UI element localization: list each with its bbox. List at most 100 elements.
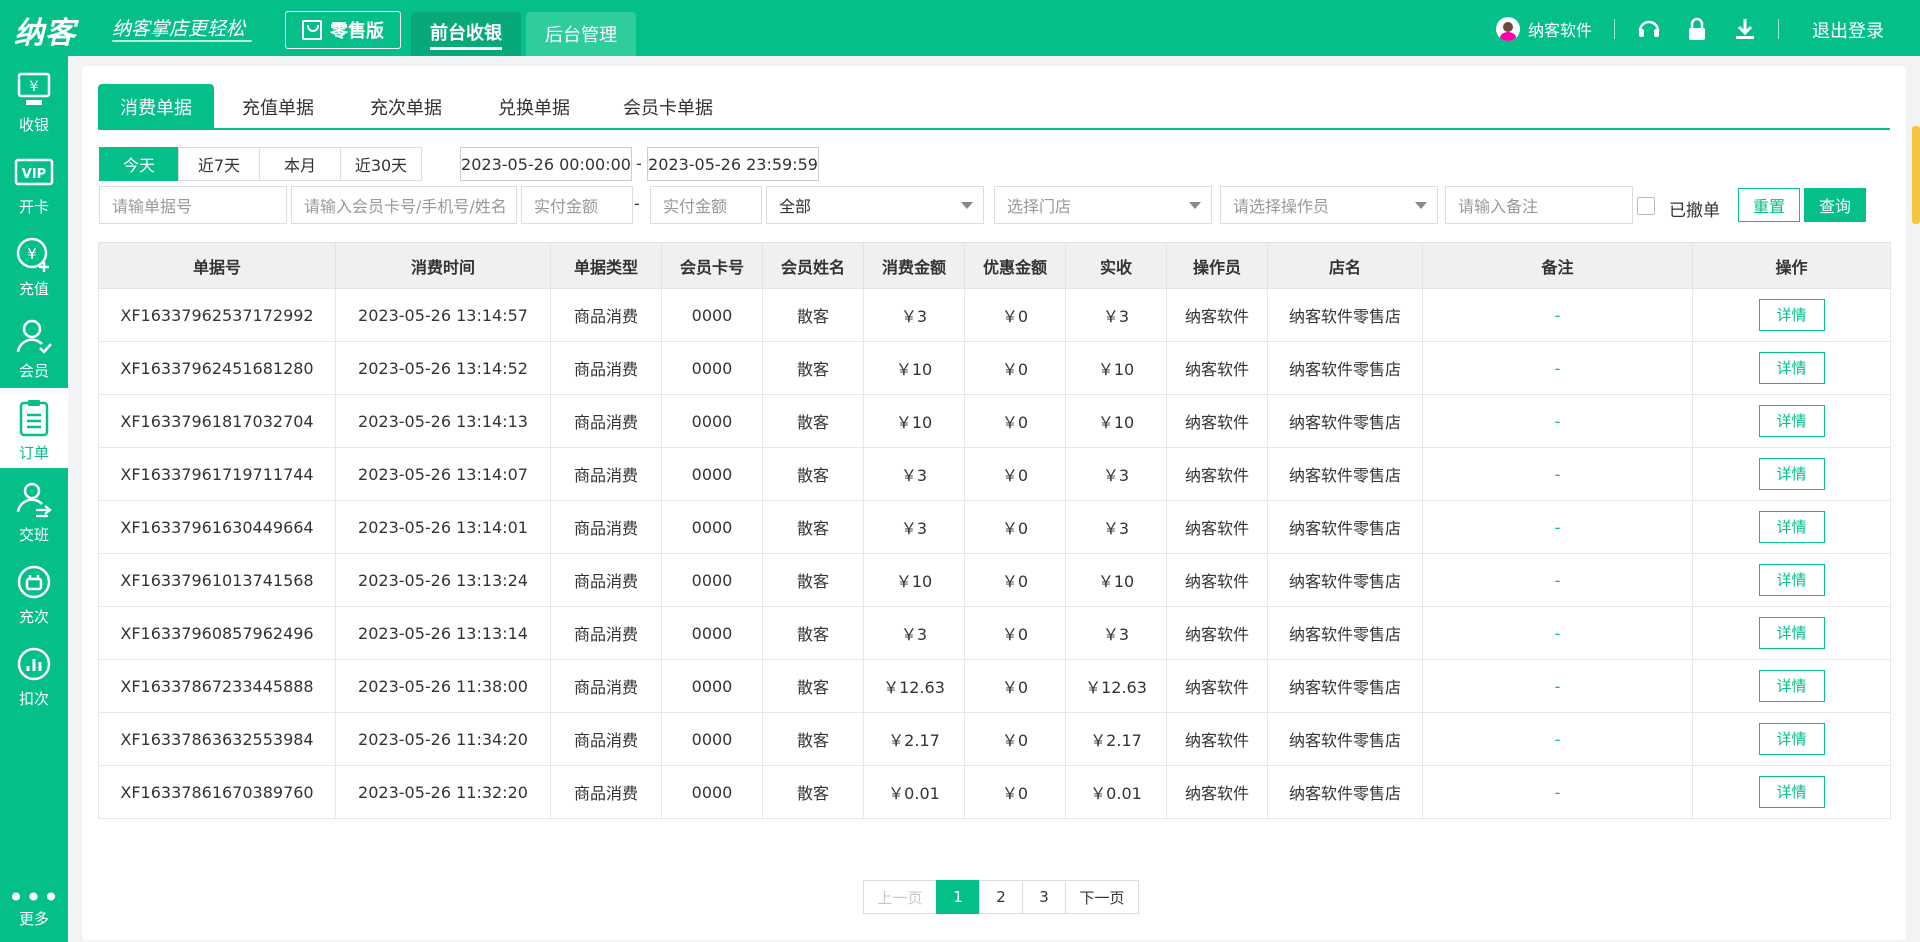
cell-operator: 纳客软件 [1166, 447, 1268, 501]
amount-min-input[interactable]: 实付金额 [521, 186, 633, 224]
page-1-button[interactable]: 1 [936, 880, 980, 914]
cell-consume-time: 2023-05-26 13:14:57 [335, 288, 551, 342]
page-3-button[interactable]: 3 [1022, 880, 1066, 914]
cell-order-no: XF16337961719711744 [98, 447, 336, 501]
detail-button[interactable]: 详情 [1758, 299, 1825, 331]
operator-select[interactable]: 请选择操作员 [1220, 186, 1438, 224]
detail-button[interactable]: 详情 [1758, 458, 1825, 490]
cell-order-no: XF16337863632553984 [98, 712, 336, 766]
sidebar-more[interactable]: ••• 更多 [0, 884, 68, 929]
lock-icon[interactable] [1684, 16, 1710, 42]
detail-button[interactable]: 详情 [1758, 352, 1825, 384]
cell-consume-amount: ￥0.01 [863, 765, 965, 819]
revoked-checkbox[interactable] [1637, 197, 1655, 215]
sidebar-item-shift[interactable]: 交班 [0, 470, 68, 550]
member-search-input[interactable]: 请输入会员卡号/手机号/姓名 [291, 186, 517, 224]
member-icon [16, 319, 52, 354]
sidebar-item-deduct-times[interactable]: 扣次 [0, 634, 68, 714]
cell-store-name: 纳客软件零售店 [1267, 288, 1423, 342]
detail-button[interactable]: 详情 [1758, 511, 1825, 543]
cell-consume-time: 2023-05-26 13:14:13 [335, 394, 551, 448]
date-start-input[interactable]: 2023-05-26 00:00:00 [460, 147, 632, 181]
sidebar-item-open-card[interactable]: VIP 开卡 [0, 142, 68, 222]
tab-front-cashier[interactable]: 前台收银 [411, 12, 521, 56]
sidebar-item-recharge[interactable]: ¥ 充值 [0, 224, 68, 304]
tab-consume-receipts[interactable]: 消费单据 [98, 84, 214, 130]
tab-back-admin[interactable]: 后台管理 [526, 12, 636, 56]
filter-last-7-days[interactable]: 近7天 [178, 147, 260, 181]
detail-button[interactable]: 详情 [1758, 405, 1825, 437]
headset-icon[interactable] [1636, 16, 1662, 42]
cell-member-card-no: 0000 [661, 765, 763, 819]
detail-button[interactable]: 详情 [1758, 617, 1825, 649]
amount-max-input[interactable]: 实付金额 [650, 186, 762, 224]
revoked-label: 已撤单 [1669, 201, 1720, 221]
filter-last-30-days[interactable]: 近30天 [340, 147, 422, 181]
next-page-button[interactable]: 下一页 [1065, 880, 1139, 914]
page-2-button[interactable]: 2 [979, 880, 1023, 914]
cell-member-name: 散客 [762, 394, 864, 448]
tab-exchange-receipts[interactable]: 兑换单据 [470, 84, 598, 130]
table-row: XF16337961719711744 2023-05-26 13:14:07 商品… [98, 447, 1891, 501]
cell-action: 详情 [1692, 765, 1891, 819]
logout-button[interactable]: 退出登录 [1812, 17, 1884, 43]
note-input[interactable]: 请输入备注 [1445, 186, 1633, 224]
detail-button[interactable]: 详情 [1758, 776, 1825, 808]
table-body: XF16337962537172992 2023-05-26 13:14:57 商品… [98, 288, 1891, 819]
sidebar-item-member[interactable]: 会员 [0, 306, 68, 386]
table-header-row: 单据号 消费时间 单据类型 会员卡号 会员姓名 消费金额 优惠金额 实收 操作员… [98, 242, 1891, 289]
detail-button[interactable]: 详情 [1758, 564, 1825, 596]
store-select[interactable]: 选择门店 [994, 186, 1212, 224]
sidebar-item-recharge-times[interactable]: 充次 [0, 552, 68, 632]
avatar [1496, 17, 1520, 41]
cell-order-type: 商品消费 [550, 659, 662, 713]
cell-note: - [1422, 606, 1693, 660]
cell-order-no: XF16337961630449664 [98, 500, 336, 554]
cell-action: 详情 [1692, 447, 1891, 501]
detail-button[interactable]: 详情 [1758, 670, 1825, 702]
cell-discount-amount: ￥0 [964, 765, 1066, 819]
cell-note: - [1422, 447, 1693, 501]
type-select[interactable]: 全部 [766, 186, 984, 224]
date-end-input[interactable]: 2023-05-26 23:59:59 [647, 147, 819, 181]
cell-consume-time: 2023-05-26 13:13:24 [335, 553, 551, 607]
cell-operator: 纳客软件 [1166, 606, 1268, 660]
receipts-table: 单据号 消费时间 单据类型 会员卡号 会员姓名 消费金额 优惠金额 实收 操作员… [98, 242, 1891, 819]
cell-member-name: 散客 [762, 288, 864, 342]
cell-paid-amount: ￥12.63 [1065, 659, 1167, 713]
tab-recharge-receipts[interactable]: 充值单据 [214, 84, 342, 130]
cell-paid-amount: ￥10 [1065, 394, 1167, 448]
cell-discount-amount: ￥0 [964, 659, 1066, 713]
query-button[interactable]: 查询 [1804, 188, 1866, 222]
table-row: XF16337962451681280 2023-05-26 13:14:52 商品… [98, 341, 1891, 395]
column-header: 操作员 [1166, 242, 1268, 289]
tab-recharge-times-receipts[interactable]: 充次单据 [342, 84, 470, 130]
prev-page-button[interactable]: 上一页 [863, 880, 937, 914]
cell-store-name: 纳客软件零售店 [1267, 712, 1423, 766]
reset-button[interactable]: 重置 [1738, 188, 1800, 222]
cell-operator: 纳客软件 [1166, 712, 1268, 766]
sidebar-item-cashier[interactable]: ¥ 收银 [0, 60, 68, 140]
cell-member-card-no: 0000 [661, 447, 763, 501]
download-icon[interactable] [1732, 16, 1758, 42]
svg-text:¥: ¥ [27, 245, 37, 263]
cell-discount-amount: ￥0 [964, 712, 1066, 766]
filter-today[interactable]: 今天 [99, 147, 179, 181]
order-no-input[interactable]: 请输单据号 [99, 186, 287, 224]
filter-this-month[interactable]: 本月 [259, 147, 341, 181]
pagination: 上一页 1 2 3 下一页 [863, 880, 1139, 914]
table-row: XF16337960857962496 2023-05-26 13:13:14 商品… [98, 606, 1891, 660]
cell-store-name: 纳客软件零售店 [1267, 500, 1423, 554]
tab-member-card-receipts[interactable]: 会员卡单据 [598, 84, 738, 130]
detail-button[interactable]: 详情 [1758, 723, 1825, 755]
edition-button[interactable]: 零售版 [285, 11, 401, 49]
cell-operator: 纳客软件 [1166, 659, 1268, 713]
sidebar-item-order[interactable]: 订单 [0, 388, 68, 468]
cell-member-name: 散客 [762, 341, 864, 395]
cell-operator: 纳客软件 [1166, 553, 1268, 607]
cell-action: 详情 [1692, 500, 1891, 554]
order-icon [19, 400, 49, 437]
recharge-times-icon [17, 565, 51, 599]
user-menu[interactable]: 纳客软件 [1496, 17, 1592, 41]
cell-consume-time: 2023-05-26 13:14:07 [335, 447, 551, 501]
